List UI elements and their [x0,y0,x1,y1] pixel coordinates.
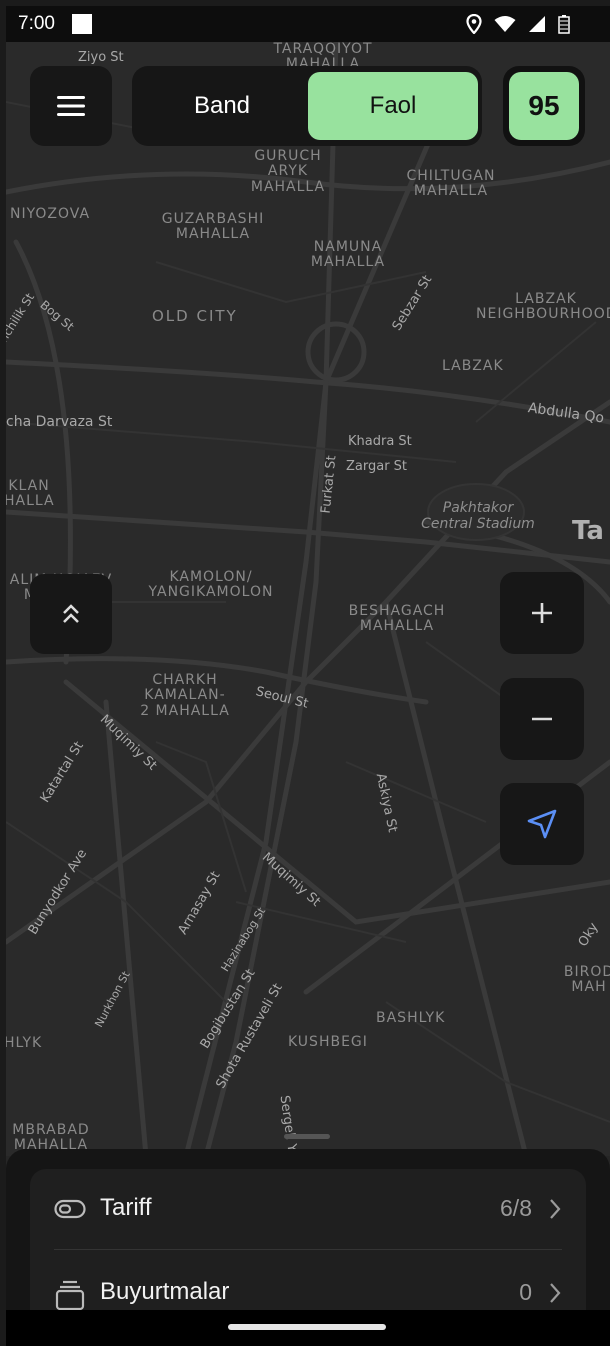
map-label: KLAN HALLA [6,478,55,510]
map-label: BESHAGACH MAHALLA [348,603,446,635]
screen: 7:00 TARAQQIYOT MAHALLA GURUCH ARYK MAHA… [6,6,610,1346]
locate-button[interactable] [500,783,584,865]
score-badge[interactable]: 95 [503,66,585,146]
minus-icon [532,717,552,721]
status-time: 7:00 [18,13,55,34]
map-label: HLYK [6,1035,43,1051]
menu-button[interactable] [30,66,112,146]
orders-value: 0 [519,1279,532,1305]
battery-icon [558,15,570,34]
map-label: GUZARBASHI MAHALLA [161,211,265,243]
map-label: BASHLYK [376,1010,446,1026]
chevron-double-up-icon [63,604,79,623]
street-label: Ziyo St [78,50,124,65]
navigation-arrow-icon [527,809,557,839]
map-label: KAMOLON/ YANGIKAMOLON [148,569,274,601]
chevron-right-icon [550,1283,561,1303]
street-label: Khadra St [348,434,412,449]
toggle-icon [54,1199,86,1219]
map-label: CHARKH KAMALAN- 2 MAHALLA [140,672,230,719]
row-divider [54,1249,562,1250]
sheet-drag-handle[interactable] [284,1134,330,1139]
system-nav-bar [6,1310,610,1346]
stack-icon [55,1280,85,1311]
map-label: NIYOZOVA [10,206,91,222]
location-icon [466,14,482,34]
map-label: CHILTUGAN MAHALLA [406,168,496,200]
score-value: 95 [509,72,579,140]
map-label: NAMUNA MAHALLA [310,239,386,271]
map-label: BIROD MAH [563,964,610,996]
toggle-option-band[interactable]: Band [138,72,306,140]
place-label: Pakhtakor Central Stadium [421,500,535,532]
plus-icon [532,603,552,623]
home-gesture-bar[interactable] [228,1324,386,1330]
zoom-out-button[interactable] [500,678,584,760]
map-label: GURUCH ARYK MAHALLA [250,148,326,195]
expand-button[interactable] [30,574,112,654]
tariff-label: Tariff [100,1194,152,1221]
map-label: LABZAK NEIGHBOURHOOD [476,291,610,323]
tariff-value: 6/8 [500,1195,532,1221]
status-toggle[interactable]: Band Faol [132,66,482,146]
status-bar: 7:00 [6,6,610,42]
orders-label: Buyurtmalar [100,1278,230,1305]
wifi-icon [494,16,516,32]
signal-icon [529,16,545,32]
notification-icon [72,14,92,34]
street-label: Zargar St [346,459,408,474]
place-label: Ta [572,516,604,546]
chevron-right-icon [550,1199,561,1219]
map-label: LABZAK [442,358,504,374]
map-label: KUSHBEGI [288,1034,368,1050]
map-label: OLD CITY [152,307,238,325]
zoom-in-button[interactable] [500,572,584,654]
menu-icon [57,96,85,116]
street-label: cha Darvaza St [6,414,113,430]
tariff-row[interactable]: Tariff 6/8 [54,1179,562,1239]
toggle-option-faol[interactable]: Faol [308,72,478,140]
